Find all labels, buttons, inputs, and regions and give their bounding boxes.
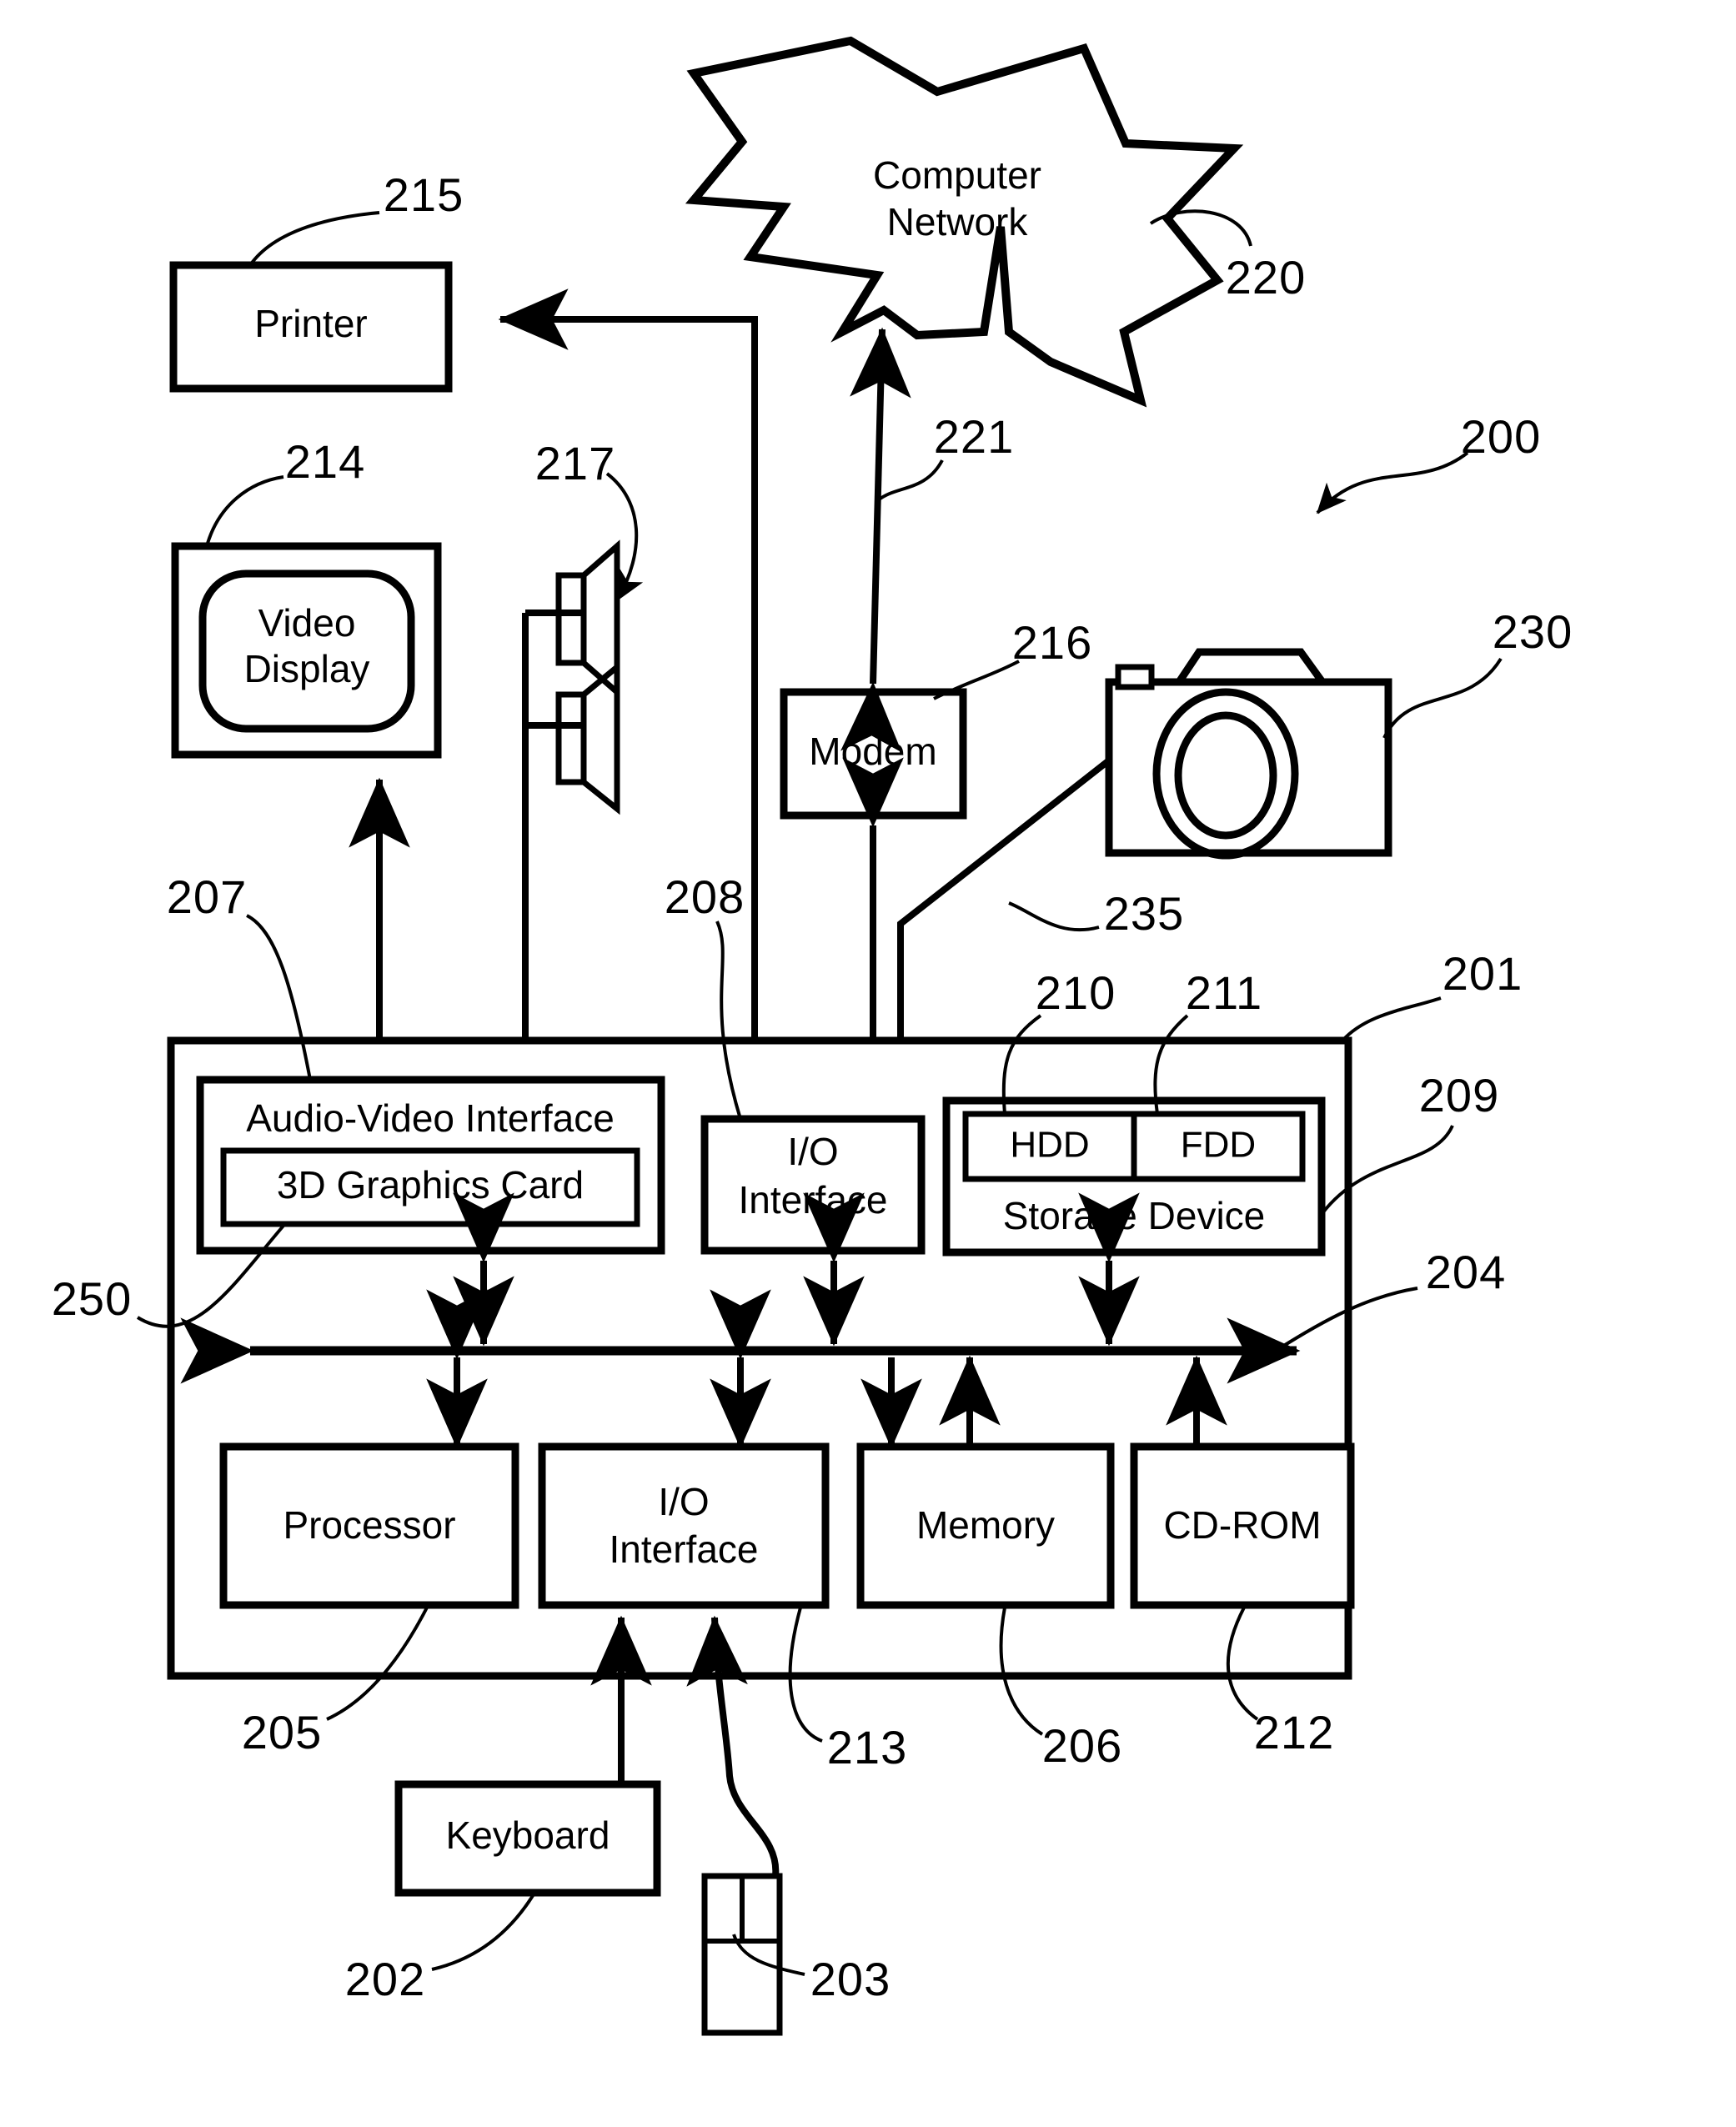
ref-221: 221 (934, 410, 1014, 463)
ref-207: 207 (167, 870, 247, 923)
graphics-card-label: 3D Graphics Card (277, 1163, 584, 1206)
audio-video-interface: Audio-Video Interface 3D Graphics Card (196, 1076, 665, 1255)
memory-label: Memory (916, 1503, 1055, 1547)
processor-label: Processor (283, 1503, 455, 1547)
io-interface-bottom-line2: Interface (610, 1528, 759, 1571)
ref-202: 202 (345, 1953, 425, 2005)
leader-230 (1382, 657, 1503, 739)
io-interface-top: I/O Interface (700, 1115, 926, 1255)
video-display-line2: Display (244, 647, 370, 690)
io-interface-top-line2: Interface (739, 1178, 888, 1222)
keyboard-label: Keyboard (446, 1813, 610, 1857)
loudspeaker-icon (522, 539, 620, 1038)
computer-network-label: Computer Network (873, 153, 1041, 243)
memory-block: Memory (856, 1442, 1115, 1609)
ref-206: 206 (1042, 1719, 1122, 1772)
processor-block: Processor (219, 1442, 519, 1609)
fdd-label: FDD (1181, 1125, 1256, 1166)
ref-215: 215 (384, 168, 464, 221)
storage-device: HDD FDD Storage Device (942, 1096, 1326, 1257)
video-display-line1: Video (258, 601, 356, 645)
cdrom-block: CD-ROM (1130, 1442, 1355, 1609)
ref-211: 211 (1186, 966, 1262, 1019)
ref-208: 208 (665, 870, 745, 923)
modem-label: Modem (809, 730, 936, 773)
system-block-diagram: Computer Network Printer Video Display M… (52, 36, 1573, 2036)
ref-213: 213 (827, 1721, 907, 1773)
keyboard-block: Keyboard (394, 1780, 661, 1897)
printer-label: Printer (254, 302, 367, 345)
ref-204: 204 (1426, 1246, 1506, 1298)
ref-250: 250 (52, 1272, 132, 1325)
hdd-label: HDD (1010, 1125, 1089, 1166)
io-interface-top-line1: I/O (787, 1130, 838, 1173)
ref-210: 210 (1036, 966, 1116, 1019)
ref-201: 201 (1442, 947, 1523, 1000)
ref-212: 212 (1254, 1706, 1334, 1758)
leader-221 (876, 459, 944, 502)
printer-wire (498, 288, 758, 1038)
computer-network-line2: Network (887, 200, 1029, 243)
leader-201 (1341, 996, 1442, 1042)
leader-216 (933, 660, 1020, 700)
audio-video-interface-label: Audio-Video Interface (246, 1096, 615, 1140)
ref-220: 220 (1226, 251, 1306, 303)
cdrom-label: CD-ROM (1163, 1503, 1321, 1547)
io-interface-bottom-line1: I/O (658, 1480, 709, 1523)
ref-216: 216 (1012, 616, 1092, 669)
io-interface-bottom-block: I/O Interface (538, 1442, 830, 1609)
leader-200 (1316, 451, 1469, 514)
leader-220 (1149, 209, 1252, 247)
video-display: Video Display (171, 542, 442, 759)
patent-figure: Computer Network Printer Video Display M… (0, 0, 1736, 2127)
leader-202 (431, 1893, 535, 1971)
leader-235 (1008, 901, 1100, 932)
ref-209: 209 (1419, 1069, 1499, 1121)
camera-icon (1105, 648, 1392, 860)
ref-230: 230 (1493, 605, 1573, 658)
modem-network-wire (840, 327, 911, 753)
ref-217: 217 (535, 437, 615, 489)
storage-device-label: Storage Device (1003, 1194, 1266, 1237)
leader-214 (205, 475, 284, 547)
ref-203: 203 (810, 1953, 891, 2005)
ref-235: 235 (1104, 887, 1184, 940)
ref-205: 205 (242, 1706, 322, 1758)
ref-200: 200 (1461, 410, 1541, 463)
leader-217 (605, 472, 644, 602)
computer-network-line1: Computer (873, 153, 1041, 197)
leader-215 (248, 211, 380, 267)
mouse-icon (701, 1873, 783, 2036)
ref-214: 214 (285, 435, 365, 488)
